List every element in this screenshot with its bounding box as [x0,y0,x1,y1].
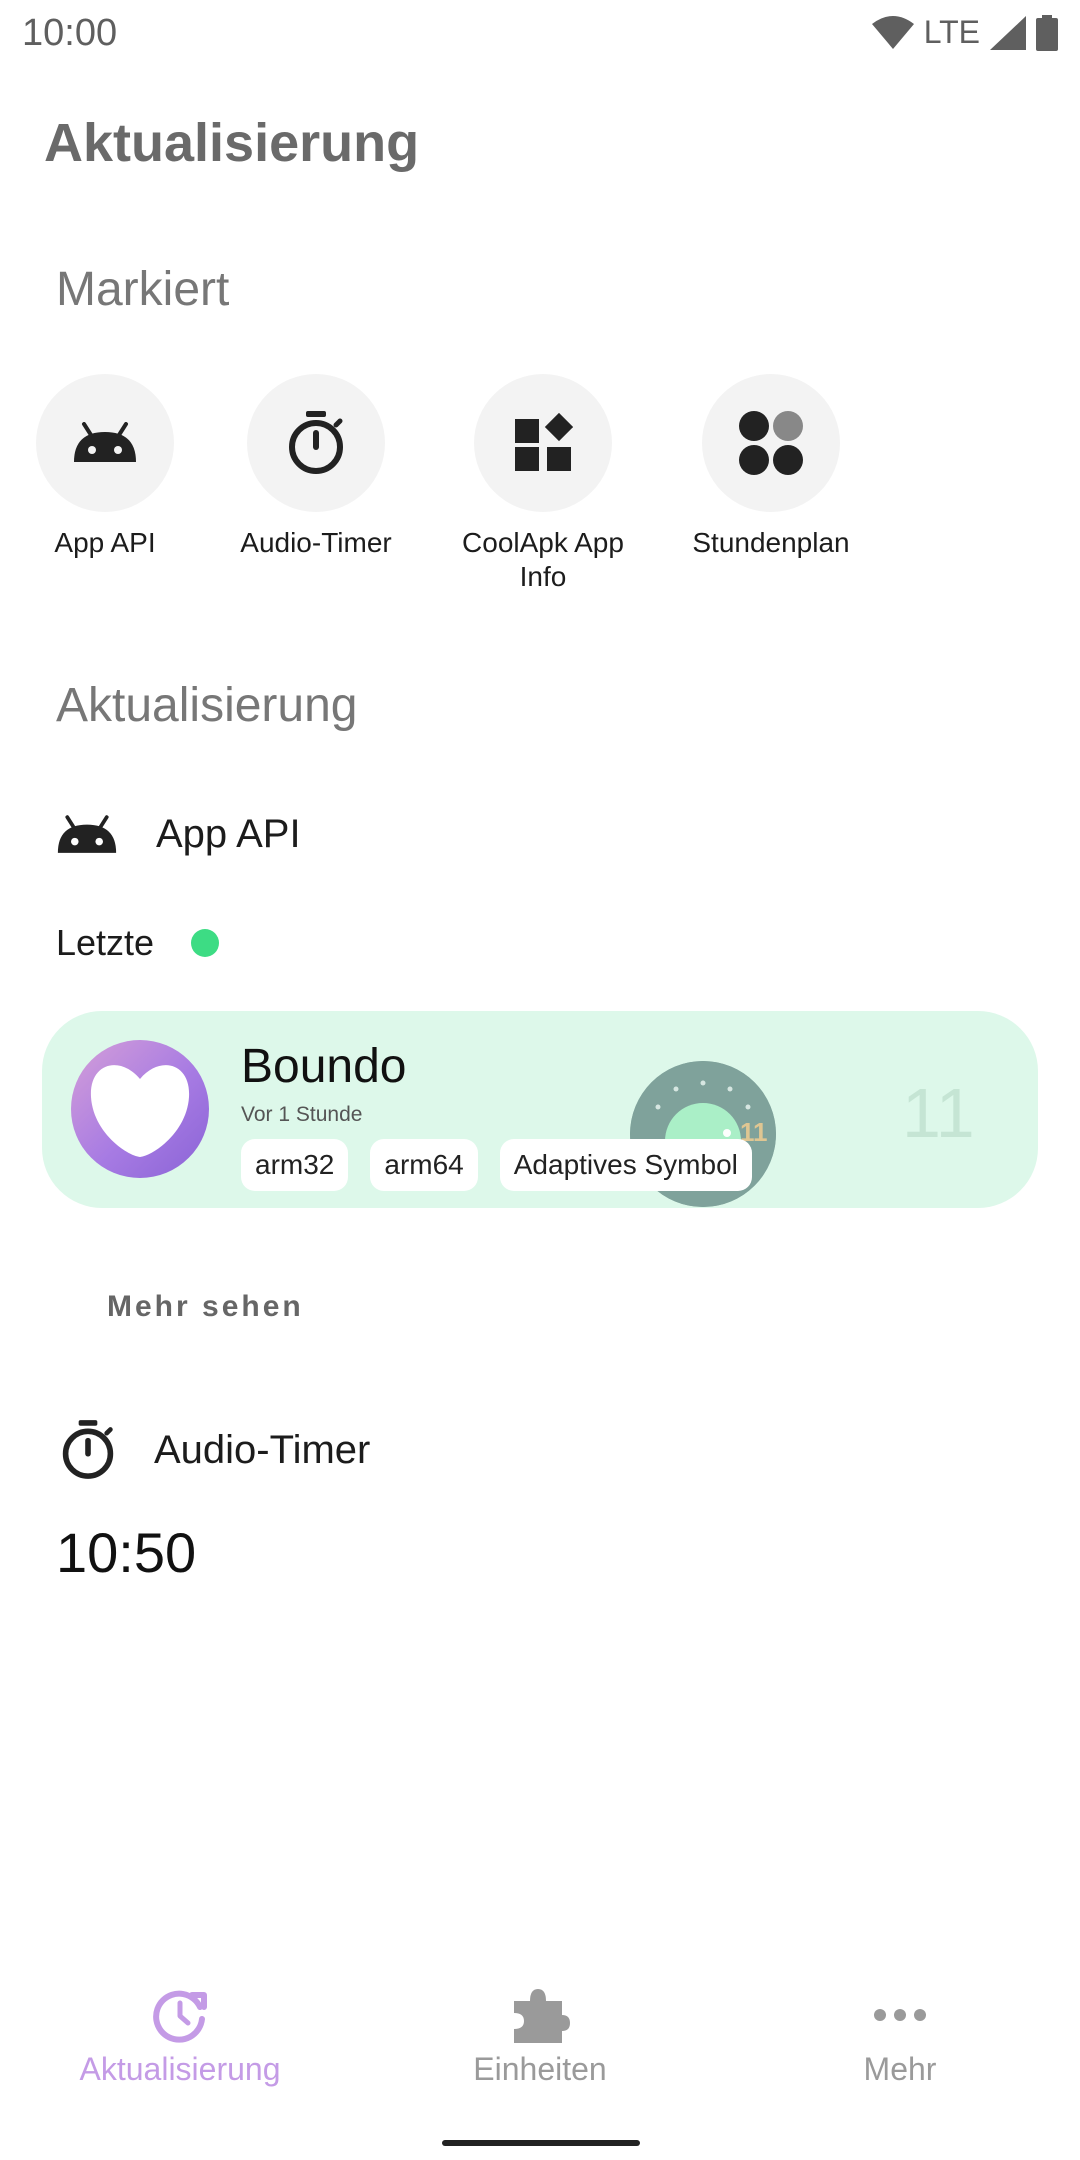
android-icon [57,814,117,853]
audio-timer-value: 10:50 [56,1521,197,1584]
tag-chip: Adaptives Symbol [499,1139,752,1191]
featured-item-app-api[interactable]: App API [0,374,210,560]
nav-label: Einheiten [473,2051,607,2087]
app-tags: arm32 arm64 Adaptives Symbol [241,1139,752,1191]
app-api-label: App API [156,812,301,856]
wifi-icon [871,15,914,49]
nav-tab-mehr[interactable]: Mehr [750,1985,1050,2088]
featured-item-audio-timer[interactable]: Audio-Timer [211,374,421,560]
gesture-bar[interactable] [442,2140,640,2146]
android-icon [74,422,136,462]
timer-icon [62,1420,114,1479]
featured-icon-circle [702,374,840,512]
audio-timer-label: Audio-Timer [154,1427,371,1472]
see-more-button[interactable]: Mehr sehen [107,1290,304,1324]
more-horiz-icon [874,2009,926,2021]
featured-item-label: Audio-Timer [240,527,392,558]
app-icon [71,1040,209,1178]
timer-icon [289,411,343,474]
tag-chip: arm32 [241,1139,349,1191]
nav-label: Mehr [863,2051,937,2087]
status-dot [191,929,219,957]
featured-item-stundenplan[interactable]: Stundenplan [666,374,876,560]
status-icons: LTE [871,14,1058,51]
nav-tab-einheiten[interactable]: Einheiten [390,1985,690,2088]
audio-timer-header[interactable]: Audio-Timer [60,1420,370,1480]
api-level: 11 [902,1074,975,1152]
recent-label: Letzte [56,922,155,963]
widgets-icon [515,413,573,471]
heart-icon [90,1065,190,1157]
update-icon [153,1990,207,2043]
app-name: Boundo [241,1040,407,1093]
featured-item-coolapk-app-info[interactable]: CoolApk App Info [438,374,648,593]
featured-icon-circle [36,374,174,512]
featured-item-label: Stundenplan [692,527,850,558]
app-time: Vor 1 Stunde [241,1103,363,1126]
featured-icon-circle [247,374,385,512]
nav-tab-aktualisierung[interactable]: Aktualisierung [30,1985,330,2088]
page-title: Aktualisierung [44,113,420,173]
puzzle-icon [514,1989,570,2043]
featured-item-label: CoolApk App Info [462,527,624,592]
signal-icon [990,15,1026,50]
updates-section-title: Aktualisierung [56,679,358,732]
tag-chip: arm64 [370,1139,478,1191]
dots-grid-icon [739,411,803,475]
featured-item-label: App API [54,527,156,558]
battery-icon [1036,14,1058,51]
nav-label: Aktualisierung [79,2051,281,2087]
featured-section-title: Markiert [56,263,230,316]
app-card[interactable]: Boundo Vor 1 Stunde 11 arm32 arm64 Adapt… [42,1011,1038,1208]
app-api-header[interactable]: App API [56,812,301,857]
status-time: 10:00 [22,12,118,54]
featured-icon-circle [474,374,612,512]
network-type: LTE [923,14,980,50]
